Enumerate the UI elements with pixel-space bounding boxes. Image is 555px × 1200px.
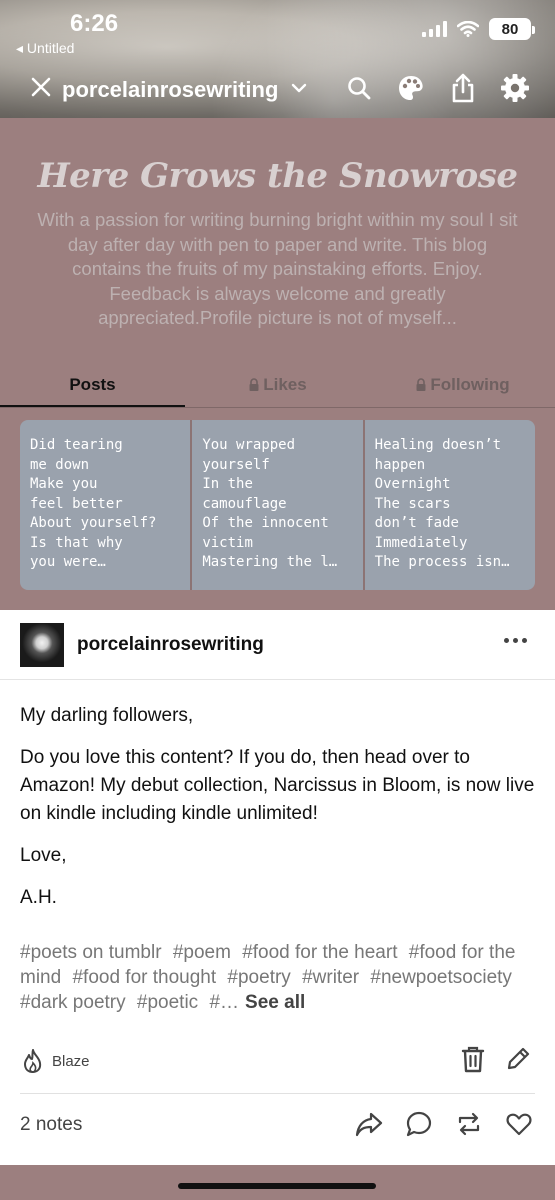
tab-likes-label: Likes [263, 375, 307, 394]
post-paragraph: Love, [20, 845, 67, 866]
cellular-signal-icon [422, 21, 447, 37]
tab-posts-label: Posts [69, 375, 116, 394]
nav-actions [343, 72, 531, 104]
tab-following[interactable]: Following [370, 362, 555, 408]
tag-link[interactable]: #… [209, 992, 239, 1013]
wifi-icon [457, 21, 479, 37]
post-header: porcelainrosewriting [0, 610, 555, 680]
post-body: My darling followers, Do you love this c… [20, 702, 535, 926]
tab-likes[interactable]: Likes [185, 362, 370, 408]
chevron-down-icon[interactable] [290, 81, 308, 95]
back-to-app-link[interactable]: ◂ Untitled [16, 40, 74, 57]
pinned-post-card[interactable]: Healing doesn’t happen Overnight The sca… [362, 420, 535, 590]
flame-icon [24, 1049, 42, 1073]
tag-link[interactable]: #poem [173, 942, 231, 963]
post-card: porcelainrosewriting My darling follower… [0, 610, 555, 1165]
post-owner-actions: Blaze [0, 1038, 555, 1084]
trash-icon[interactable] [461, 1046, 485, 1079]
blaze-label: Blaze [52, 1052, 90, 1070]
comment-icon[interactable] [405, 1110, 433, 1143]
tag-link[interactable]: #dark poetry [20, 992, 126, 1013]
post-actions: 2 notes [0, 1104, 555, 1150]
back-app-label: Untitled [26, 40, 75, 56]
tag-link[interactable]: #food for thought [72, 967, 216, 988]
blog-header: Here Grows the Snowrose With a passion f… [0, 118, 555, 608]
edit-icon[interactable] [505, 1046, 531, 1077]
blog-title: Here Grows the Snowrose [37, 156, 519, 196]
lock-icon [249, 378, 259, 391]
actions-divider [20, 1093, 535, 1094]
pinned-post-card[interactable]: You wrapped yourself In the camouflage O… [190, 420, 363, 590]
battery-indicator: 80 [489, 18, 535, 40]
blog-name-switcher[interactable]: porcelainrosewriting [62, 77, 278, 103]
blog-description: With a passion for writing burning brigh… [37, 209, 518, 328]
tag-link[interactable]: #poetry [227, 967, 290, 988]
blaze-button[interactable]: Blaze [22, 1048, 90, 1074]
search-icon[interactable] [343, 72, 375, 104]
status-indicators: 80 [422, 18, 535, 40]
heart-icon[interactable] [505, 1110, 533, 1143]
tag-link[interactable]: #poets on tumblr [20, 942, 162, 963]
post-action-icons [355, 1110, 533, 1143]
notes-count[interactable]: 2 notes [20, 1114, 82, 1136]
pinned-posts-grid: Did tearing me down Make you feel better… [20, 420, 535, 590]
post-paragraph: Do you love this content? If you do, the… [20, 747, 535, 824]
lock-icon [416, 378, 426, 391]
tag-link[interactable]: #food for the heart [242, 942, 397, 963]
status-time: 6:26 [70, 10, 119, 37]
pinned-post-card[interactable]: Did tearing me down Make you feel better… [20, 420, 191, 590]
tab-following-label: Following [430, 375, 510, 394]
post-tags: #poets on tumblr #poem #food for the hea… [20, 940, 535, 1015]
tag-link[interactable]: #newpoetsociety [370, 967, 512, 988]
post-username[interactable]: porcelainrosewriting [77, 634, 264, 656]
avatar[interactable] [20, 623, 64, 667]
tumblr-blog-screen: 6:26 ◂ Untitled 80 porcelainrosewriting [0, 0, 555, 1200]
blog-tabs: Posts Likes Following [0, 362, 555, 408]
home-indicator [178, 1183, 376, 1189]
tag-link[interactable]: #poetic [137, 992, 198, 1013]
share-arrow-icon[interactable] [355, 1110, 383, 1143]
blog-navbar: porcelainrosewriting [0, 68, 555, 114]
close-icon[interactable] [30, 76, 52, 98]
post-paragraph: My darling followers, [20, 705, 194, 726]
tabs-divider [0, 407, 555, 408]
status-bar: 6:26 ◂ Untitled 80 [0, 0, 555, 60]
tab-posts[interactable]: Posts [0, 362, 185, 408]
share-icon[interactable] [447, 72, 479, 104]
post-paragraph: A.H. [20, 887, 57, 908]
tag-link[interactable]: #writer [302, 967, 359, 988]
reblog-icon[interactable] [455, 1110, 483, 1143]
see-all-tags-link[interactable]: See all [245, 992, 305, 1013]
palette-icon[interactable] [395, 72, 427, 104]
gear-icon[interactable] [499, 72, 531, 104]
more-options-icon[interactable] [504, 638, 527, 643]
